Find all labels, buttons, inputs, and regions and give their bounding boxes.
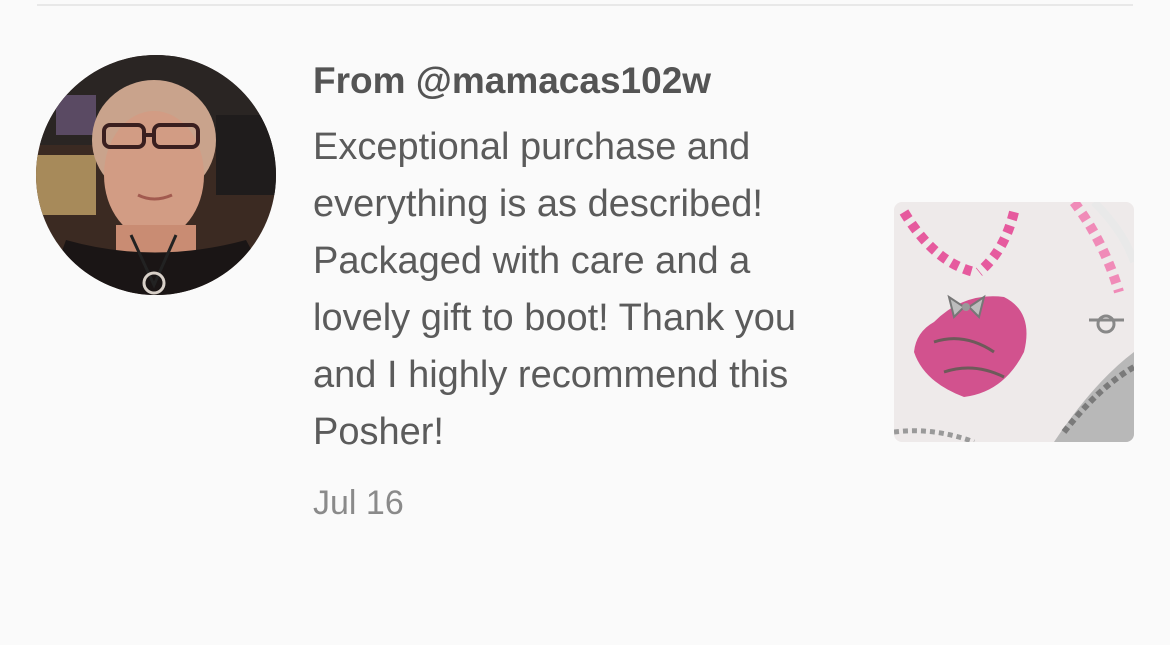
avatar-photo-image [36, 55, 276, 295]
review-date: Jul 16 [313, 484, 404, 522]
listing-thumbnail[interactable] [894, 202, 1134, 442]
review-content: From @mamacas102w Exceptional purchase a… [313, 55, 853, 523]
review-author[interactable]: From @mamacas102w [313, 55, 853, 107]
review-text: Exceptional purchase and everything is a… [313, 126, 797, 453]
necklace-photo-image [894, 202, 1134, 442]
top-divider [37, 4, 1133, 6]
user-avatar[interactable] [36, 55, 276, 295]
